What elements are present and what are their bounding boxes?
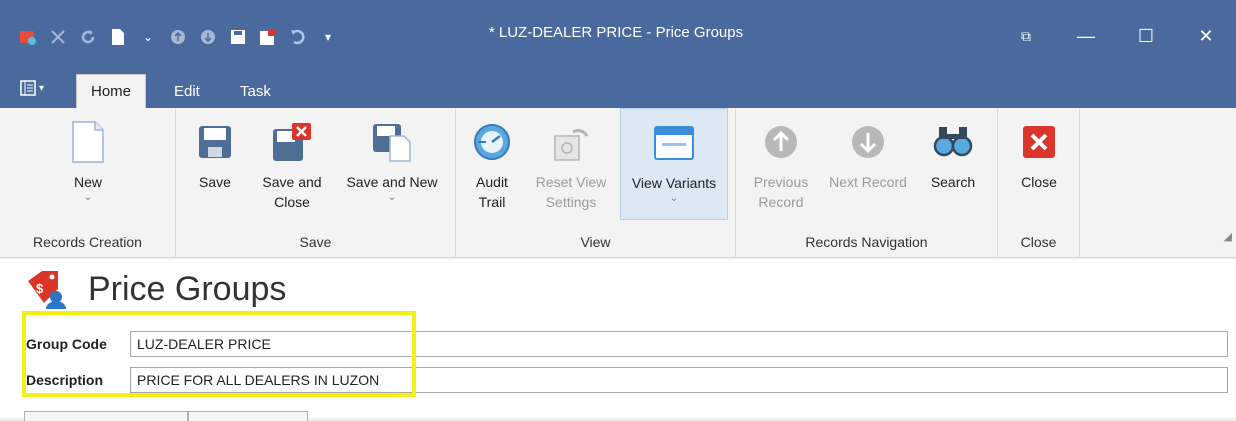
- previous-record-icon: [761, 122, 801, 162]
- save-close-icon: [272, 122, 312, 162]
- view-variants-icon: [654, 123, 694, 163]
- search-icon: [933, 122, 973, 162]
- new-document-icon: [68, 121, 108, 163]
- quick-access-toolbar: ⌄ ▾: [18, 24, 338, 50]
- maximize-button[interactable]: ☐: [1116, 18, 1176, 54]
- chevron-down-icon: ⌄: [83, 192, 93, 203]
- chevron-down-icon: ⌄: [387, 192, 397, 203]
- menu-icon: [20, 80, 36, 96]
- save-icon: [195, 122, 235, 162]
- detail-tabs: [24, 411, 308, 421]
- group-label: Records Creation: [33, 234, 142, 250]
- group-label: Save: [299, 234, 332, 250]
- page-header: $ Price Groups: [22, 267, 286, 312]
- application-menu-button[interactable]: ▾: [20, 76, 60, 100]
- next-record-button[interactable]: Next Record: [822, 108, 914, 192]
- search-button[interactable]: Search: [918, 108, 988, 192]
- previous-icon[interactable]: [168, 27, 188, 47]
- restore-icon[interactable]: ⧉: [996, 18, 1056, 54]
- audit-trail-icon: [472, 122, 512, 162]
- group-label: Records Navigation: [805, 234, 928, 250]
- group-label: View: [580, 234, 611, 250]
- close-icon: [1019, 122, 1059, 162]
- group-records-navigation: Previous Record Next Record Search Recor…: [736, 108, 998, 258]
- group-close: Close Close: [998, 108, 1080, 258]
- save-icon[interactable]: [228, 27, 248, 47]
- detail-tab[interactable]: [188, 411, 308, 421]
- page-title: Price Groups: [88, 270, 287, 308]
- app-logo-icon[interactable]: [18, 27, 38, 47]
- chevron-down-icon: ⌄: [669, 193, 679, 204]
- save-new-icon: [372, 122, 412, 162]
- tab-home[interactable]: Home: [76, 74, 147, 108]
- highlight-box: [22, 311, 416, 397]
- window-controls: ⧉ — ☐ ✕: [996, 18, 1236, 54]
- cancel-icon[interactable]: [48, 27, 68, 47]
- detail-view: $ Price Groups Group Code LUZ-DEALER PRI…: [0, 259, 1236, 421]
- new-doc-icon[interactable]: [108, 27, 128, 47]
- group-view: Audit Trail Reset View Settings View Var…: [456, 108, 736, 258]
- price-group-icon: $: [22, 267, 66, 312]
- new-button[interactable]: New ⌄: [56, 108, 120, 204]
- reset-view-icon: [551, 122, 591, 162]
- detail-tab[interactable]: [24, 411, 188, 421]
- view-variants-button[interactable]: View Variants ⌄: [620, 108, 728, 220]
- group-records-creation: New ⌄ Records Creation: [0, 108, 176, 258]
- audit-trail-button[interactable]: Audit Trail: [468, 108, 516, 212]
- next-icon[interactable]: [198, 27, 218, 47]
- chevron-down-icon[interactable]: ⌄: [138, 27, 158, 47]
- collapse-ribbon-icon[interactable]: ◢: [1224, 230, 1232, 243]
- close-window-button[interactable]: ✕: [1176, 18, 1236, 54]
- customize-icon[interactable]: ▾: [318, 27, 338, 47]
- menu-chevron: ▾: [39, 82, 45, 94]
- save-button[interactable]: Save: [190, 108, 240, 192]
- save-and-new-button[interactable]: Save and New ⌄: [336, 108, 448, 204]
- title-bar: ⌄ ▾ * LUZ-DEALER PRICE - Price Groups ⧉ …: [0, 0, 1236, 70]
- previous-record-button[interactable]: Previous Record: [744, 108, 818, 212]
- next-record-icon: [848, 122, 888, 162]
- svg-text:$: $: [36, 281, 44, 296]
- group-label: Close: [1020, 234, 1057, 250]
- group-save: Save Save and Close Save and New ⌄ Save: [176, 108, 456, 258]
- refresh-icon[interactable]: [78, 27, 98, 47]
- save-and-close-button[interactable]: Save and Close: [250, 108, 334, 212]
- tab-edit[interactable]: Edit: [160, 74, 214, 108]
- save-close-icon[interactable]: [258, 27, 278, 47]
- close-button[interactable]: Close: [1010, 108, 1068, 192]
- undo-icon[interactable]: [288, 27, 308, 47]
- ribbon-tabs: ▾ Home Edit Task: [0, 70, 1236, 108]
- reset-view-settings-button[interactable]: Reset View Settings: [526, 108, 616, 212]
- tab-task[interactable]: Task: [226, 74, 285, 108]
- ribbon: New ⌄ Records Creation Save Save and Clo…: [0, 108, 1236, 258]
- minimize-button[interactable]: —: [1056, 18, 1116, 54]
